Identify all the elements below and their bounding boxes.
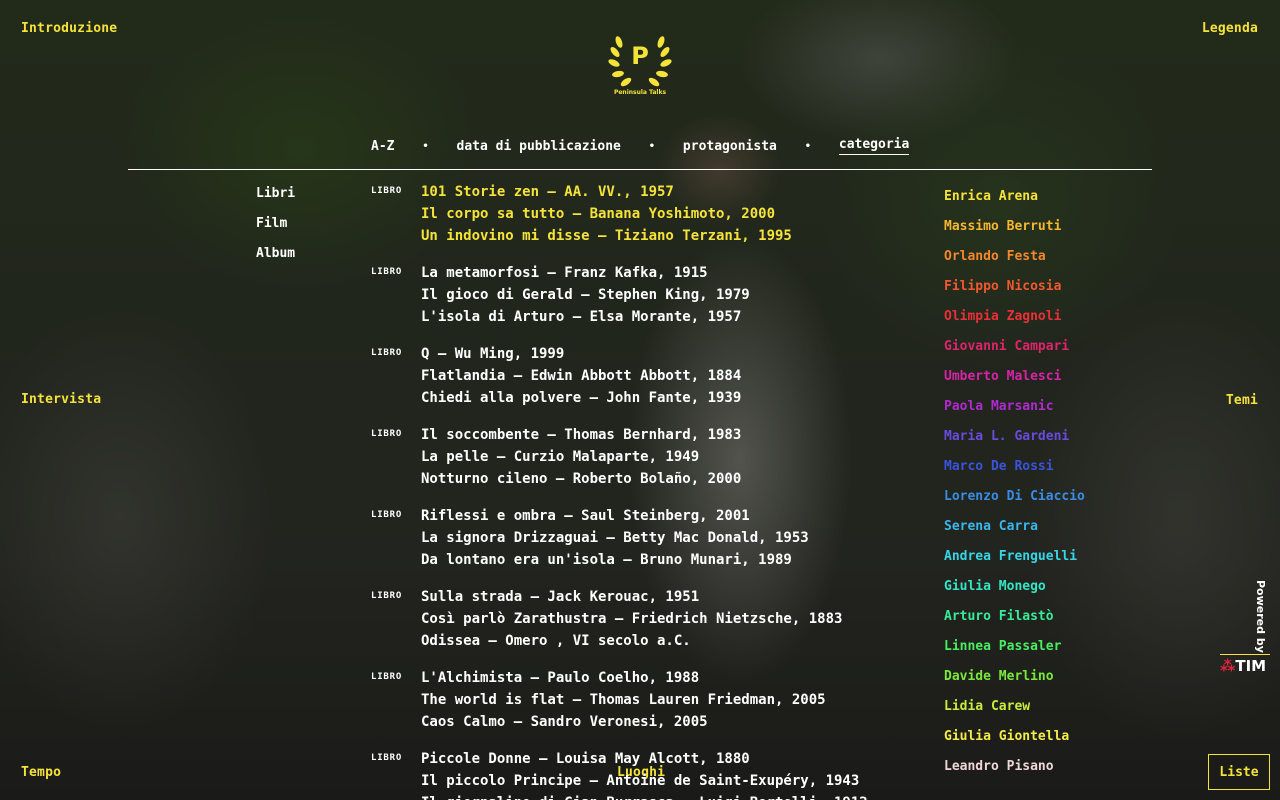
category-tag: LIBRO [371,267,403,277]
book-group: LIBRO Sulla strada — Jack Kerouac, 1951 Co… [371,586,931,652]
book-entry[interactable]: Q — Wu Ming, 1999 [421,343,931,365]
book-group: LIBRO 101 Storie zen — AA. VV., 1957 Il co… [371,181,931,247]
protagonist-link[interactable]: Giovanni Campari [944,339,1085,369]
tim-divider [1220,654,1270,655]
protagonist-link[interactable]: Andrea Frenguelli [944,549,1085,579]
book-entries: 101 Storie zen — AA. VV., 1957 Il corpo s… [421,181,931,247]
sort-categoria[interactable]: categoria [838,137,910,155]
category-libri[interactable]: Libri [256,186,295,216]
book-entry[interactable]: Riflessi e ombra — Saul Steinberg, 2001 [421,505,931,527]
protagonist-link[interactable]: Leandro Pisano [944,759,1085,789]
tim-mark-icon: ⁂ [1220,657,1236,675]
sort-separator: • [422,140,429,152]
book-group: LIBRO Il soccombente — Thomas Bernhard, 1… [371,424,931,490]
book-entry[interactable]: Il piccolo Principe — Antoine de Saint-E… [421,770,931,792]
tim-logo[interactable]: ⁂TIM [1220,657,1266,675]
book-group: LIBRO Riflessi e ombra — Saul Steinberg, … [371,505,931,571]
book-entry[interactable]: La pelle — Curzio Malaparte, 1949 [421,446,931,468]
book-entries: La metamorfosi — Franz Kafka, 1915 Il gio… [421,262,931,328]
book-entry[interactable]: L'Alchimista — Paulo Coelho, 1988 [421,667,931,689]
category-tag: LIBRO [371,186,403,196]
laurel-wreath-icon: P Peninsula Talks [608,36,672,96]
nav-tempo[interactable]: Tempo [21,765,61,780]
sort-data-pubblicazione[interactable]: data di pubblicazione [457,139,621,154]
book-entry[interactable]: Notturno cileno — Roberto Bolaño, 2000 [421,468,931,490]
protagonist-link[interactable]: Maria L. Gardeni [944,429,1085,459]
divider [128,169,1152,170]
book-entry[interactable]: Il giornalino di Gian Burrasca — Luigi B… [421,792,931,800]
sort-protagonista[interactable]: protagonista [683,139,777,154]
sort-a-z[interactable]: A-Z [371,139,394,154]
book-entries: L'Alchimista — Paulo Coelho, 1988 The wor… [421,667,931,733]
sort-separator: • [648,140,655,152]
book-entry[interactable]: Così parlò Zarathustra — Friedrich Nietz… [421,608,931,630]
category-tag: LIBRO [371,429,403,439]
protagonist-link[interactable]: Giulia Monego [944,579,1085,609]
book-entry[interactable]: L'isola di Arturo — Elsa Morante, 1957 [421,306,931,328]
book-entries: Il soccombente — Thomas Bernhard, 1983 La… [421,424,931,490]
book-entry[interactable]: Sulla strada — Jack Kerouac, 1951 [421,586,931,608]
book-group: LIBRO L'Alchimista — Paulo Coelho, 1988 Th… [371,667,931,733]
protagonist-link[interactable]: Arturo Filastò [944,609,1085,639]
protagonist-link[interactable]: Davide Merlino [944,669,1085,699]
category-tag: LIBRO [371,753,403,763]
protagonist-link[interactable]: Olimpia Zagnoli [944,309,1085,339]
book-list: LIBRO 101 Storie zen — AA. VV., 1957 Il co… [371,181,931,800]
category-tag: LIBRO [371,672,403,682]
category-film[interactable]: Film [256,216,295,246]
book-entry[interactable]: La signora Drizzaguai — Betty Mac Donald… [421,527,931,549]
tim-brand: TIM [1235,657,1267,675]
powered-by-text: Powered by [1254,580,1267,653]
category-nav: Libri Film Album [256,186,295,276]
category-album[interactable]: Album [256,246,295,276]
protagonist-link[interactable]: Paola Marsanic [944,399,1085,429]
book-entry[interactable]: Il soccombente — Thomas Bernhard, 1983 [421,424,931,446]
book-group: LIBRO La metamorfosi — Franz Kafka, 1915 I… [371,262,931,328]
protagonist-link[interactable]: Lidia Carew [944,699,1085,729]
protagonist-link[interactable]: Lorenzo Di Ciaccio [944,489,1085,519]
sort-separator: • [804,140,811,152]
sort-bar: A-Z • data di pubblicazione • protagonis… [371,137,910,155]
peninsula-talks-logo[interactable]: P Peninsula Talks [605,30,675,98]
book-entry[interactable]: The world is flat — Thomas Lauren Friedm… [421,689,931,711]
book-entry[interactable]: Un indovino mi disse — Tiziano Terzani, … [421,225,931,247]
liste-button[interactable]: Liste [1208,754,1270,790]
book-entry[interactable]: Chiedi alla polvere — John Fante, 1939 [421,387,931,409]
nav-intervista[interactable]: Intervista [21,392,101,407]
protagonist-link[interactable]: Giulia Giontella [944,729,1085,759]
protagonist-link[interactable]: Orlando Festa [944,249,1085,279]
book-group: LIBRO Q — Wu Ming, 1999 Flatlandia — Edwin… [371,343,931,409]
protagonist-link[interactable]: Filippo Nicosia [944,279,1085,309]
nav-legenda[interactable]: Legenda [1202,21,1258,36]
nav-temi[interactable]: Temi [1226,393,1258,408]
protagonist-link[interactable]: Massimo Berruti [944,219,1085,249]
book-entry[interactable]: Il corpo sa tutto — Banana Yoshimoto, 20… [421,203,931,225]
category-tag: LIBRO [371,348,403,358]
book-entry[interactable]: La metamorfosi — Franz Kafka, 1915 [421,262,931,284]
logo-caption: Peninsula Talks [614,89,667,96]
book-entries: Piccole Donne — Louisa May Alcott, 1880 I… [421,748,931,800]
book-entry[interactable]: Piccole Donne — Louisa May Alcott, 1880 [421,748,931,770]
protagonist-list: Enrica Arena Massimo Berruti Orlando Festa… [944,189,1085,789]
book-group: LIBRO Piccole Donne — Louisa May Alcott, … [371,748,931,800]
book-entry[interactable]: Da lontano era un'isola — Bruno Munari, … [421,549,931,571]
book-entries: Q — Wu Ming, 1999 Flatlandia — Edwin Abbo… [421,343,931,409]
powered-by-label: Powered by [1253,580,1269,653]
book-entries: Sulla strada — Jack Kerouac, 1951 Così pa… [421,586,931,652]
book-entry[interactable]: Flatlandia — Edwin Abbott Abbott, 1884 [421,365,931,387]
protagonist-link[interactable]: Serena Carra [944,519,1085,549]
protagonist-link[interactable]: Enrica Arena [944,189,1085,219]
nav-introduzione[interactable]: Introduzione [21,21,117,36]
book-entry[interactable]: Caos Calmo — Sandro Veronesi, 2005 [421,711,931,733]
category-tag: LIBRO [371,510,403,520]
protagonist-link[interactable]: Linnea Passaler [944,639,1085,669]
logo-letter: P [631,42,649,70]
category-tag: LIBRO [371,591,403,601]
protagonist-link[interactable]: Marco De Rossi [944,459,1085,489]
book-entry[interactable]: 101 Storie zen — AA. VV., 1957 [421,181,931,203]
book-entry[interactable]: Odissea — Omero , VI secolo a.C. [421,630,931,652]
protagonist-link[interactable]: Umberto Malesci [944,369,1085,399]
book-entry[interactable]: Il gioco di Gerald — Stephen King, 1979 [421,284,931,306]
book-entries: Riflessi e ombra — Saul Steinberg, 2001 L… [421,505,931,571]
